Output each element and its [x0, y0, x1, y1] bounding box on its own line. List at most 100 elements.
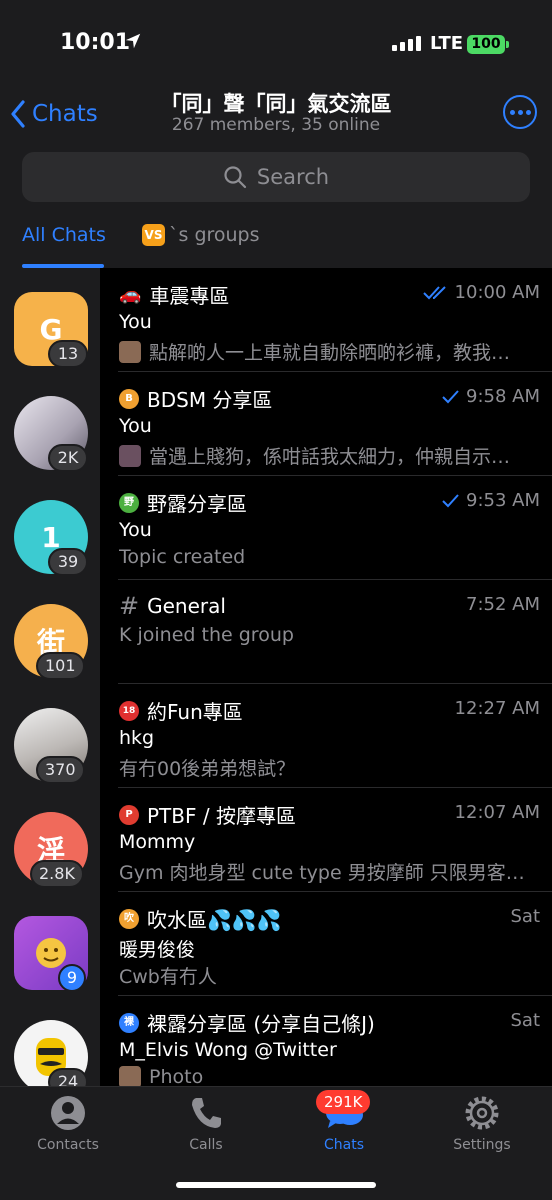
sender-name: You [119, 415, 152, 437]
signal-icon [392, 36, 421, 51]
network-type: LTE [430, 33, 464, 54]
unread-count-badge: 39 [48, 548, 88, 576]
video-thumbnail [119, 444, 141, 467]
unread-count-badge: 9 [58, 964, 86, 992]
topic-name: 🚗 車震專區 [119, 280, 229, 309]
preview-text: Topic created [119, 546, 246, 568]
unread-count-badge: 24 [48, 1068, 88, 1086]
topic-icon: P [119, 804, 139, 825]
tab-groups[interactable]: VS `s groups [142, 224, 260, 246]
single-check-icon [442, 493, 459, 507]
chat-header: Chats 「同」聲「同」氣交流區 267 members, 35 online… [0, 92, 552, 268]
list-item[interactable]: # General 7:52 AM K joined the group [100, 580, 552, 684]
location-arrow-icon [125, 33, 141, 49]
phone-icon [192, 1098, 221, 1128]
sender-name: M_Elvis Wong @Twitter [119, 1039, 337, 1061]
preview-text: Cwb有冇人 [119, 966, 217, 988]
battery-indicator: 100 [467, 35, 505, 54]
topic-name: P PTBF / 按摩專區 [119, 800, 296, 829]
gear-icon [465, 1096, 499, 1130]
topic-name: 裸 裸露分享區 (分享自己條J) [119, 1008, 375, 1037]
topic-title: PTBF / 按摩專區 [147, 804, 296, 828]
group-title[interactable]: 「同」聲「同」氣交流區 [0, 88, 552, 118]
preview-text: 當遇上賤狗，係咁話我太細力，仲親自示… [149, 446, 511, 468]
message-preview: K joined the group [119, 624, 539, 646]
car-icon: 🚗 [119, 283, 142, 305]
sender-name: hkg [119, 727, 155, 749]
topic-icon: 裸 [119, 1012, 139, 1033]
topic-title: 約Fun專區 [147, 700, 243, 724]
time-label: 9:58 AM [466, 386, 540, 407]
list-item[interactable]: 裸 裸露分享區 (分享自己條J) Sat M_Elvis Wong @Twitt… [100, 996, 552, 1086]
sender-name: 暖男俊俊 [119, 939, 196, 961]
topic-title: 車震專區 [149, 284, 230, 308]
message-time: 9:53 AM [442, 490, 540, 511]
list-item[interactable]: P PTBF / 按摩專區 12:07 AM Mommy Gym 肉地身型 cu… [100, 788, 552, 892]
list-item[interactable]: B BDSM 分享區 9:58 AM You 當遇上賤狗，係咁話我太細力，仲親自… [100, 372, 552, 476]
list-item[interactable]: 🚗 車震專區 10:00 AM You 點解啲人一上車就自動除晒啲衫褲，教我… [100, 268, 552, 372]
single-check-icon [442, 389, 459, 403]
tab-label: All Chats [22, 224, 106, 246]
topic-list: 🚗 車震專區 10:00 AM You 點解啲人一上車就自動除晒啲衫褲，教我… … [100, 268, 552, 1086]
sender-name: You [119, 311, 152, 333]
preview-text: Gym 肉地身型 cute type 男按摩師 只限男客… [119, 862, 525, 884]
message-preview: 有冇00後弟弟想試？ [119, 754, 539, 781]
list-item[interactable]: 野 野露分享區 9:53 AM You Topic created [100, 476, 552, 580]
topic-name: # General [119, 592, 226, 620]
more-icon-dot [525, 109, 531, 115]
group-subtitle: 267 members, 35 online [171, 115, 381, 135]
more-options-button[interactable] [503, 95, 537, 129]
media-thumbnail [119, 340, 141, 363]
vs-badge-icon: VS [142, 224, 165, 246]
unread-count-badge: 2.8K [30, 860, 84, 888]
more-icon-dot [509, 109, 515, 115]
time-label: 9:53 AM [466, 490, 540, 511]
message-preview: 當遇上賤狗，係咁話我太細力，仲親自示… [119, 442, 539, 469]
chats-unread-badge: 291K [316, 1090, 371, 1114]
time-label: 10:00 AM [454, 282, 540, 303]
message-time: 9:58 AM [442, 386, 540, 407]
message-time: 12:27 AM [455, 698, 540, 719]
preview-text: 有冇00後弟弟想試？ [119, 758, 296, 780]
message-preview: Gym 肉地身型 cute type 男按摩師 只限男客… [119, 858, 539, 885]
sender-name: Mommy [119, 831, 196, 853]
tab-settings[interactable]: Settings [422, 1093, 542, 1153]
search-bar[interactable]: Search [22, 152, 530, 202]
topic-icon: B [119, 388, 139, 409]
message-preview: Cwb有冇人 [119, 962, 539, 989]
preview-text: 點解啲人一上車就自動除晒啲衫褲，教我… [149, 342, 511, 364]
topic-title: 野露分享區 [147, 492, 247, 516]
list-item[interactable]: 18 約Fun專區 12:27 AM hkg 有冇00後弟弟想試？ [100, 684, 552, 788]
person-icon [51, 1096, 85, 1130]
topic-icon: 野 [119, 492, 139, 513]
topic-title: 裸露分享區 (分享自己條J) [147, 1012, 375, 1036]
tab-label: `s groups [169, 224, 260, 246]
message-time: Sat [510, 1010, 540, 1031]
time-label: Sat [510, 906, 540, 927]
unread-count-badge: 13 [48, 340, 88, 368]
message-preview: Topic created [119, 546, 539, 568]
topic-name: 18 約Fun專區 [119, 696, 243, 725]
tab-label: Contacts [37, 1137, 99, 1153]
topic-title: BDSM 分享區 [147, 388, 273, 412]
message-time: Sat [510, 906, 540, 927]
hash-icon: # [119, 592, 140, 620]
battery-cap [506, 41, 509, 48]
tab-calls[interactable]: Calls [146, 1093, 266, 1153]
home-indicator[interactable] [176, 1182, 376, 1188]
tab-all-chats[interactable]: All Chats [22, 224, 106, 268]
list-item[interactable]: 吹 吹水區💦💦💦 Sat 暖男俊俊 Cwb有冇人 [100, 892, 552, 996]
topic-name: B BDSM 分享區 [119, 384, 272, 413]
tab-label: Settings [453, 1137, 511, 1153]
topic-name: 吹 吹水區💦💦💦 [119, 904, 282, 933]
sender-name: You [119, 519, 152, 541]
message-time: 12:07 AM [455, 802, 540, 823]
search-icon [224, 166, 247, 189]
chat-avatar-column: G 13 2K 1 39 街 101 370 淫 2.8K 9 24 [0, 268, 100, 1086]
unread-count-badge: 101 [36, 652, 85, 680]
tab-label: Calls [189, 1137, 223, 1153]
topic-title: General [147, 594, 226, 618]
tab-contacts[interactable]: Contacts [8, 1093, 128, 1153]
topic-name: 野 野露分享區 [119, 488, 247, 517]
unread-count-badge: 370 [36, 756, 85, 784]
